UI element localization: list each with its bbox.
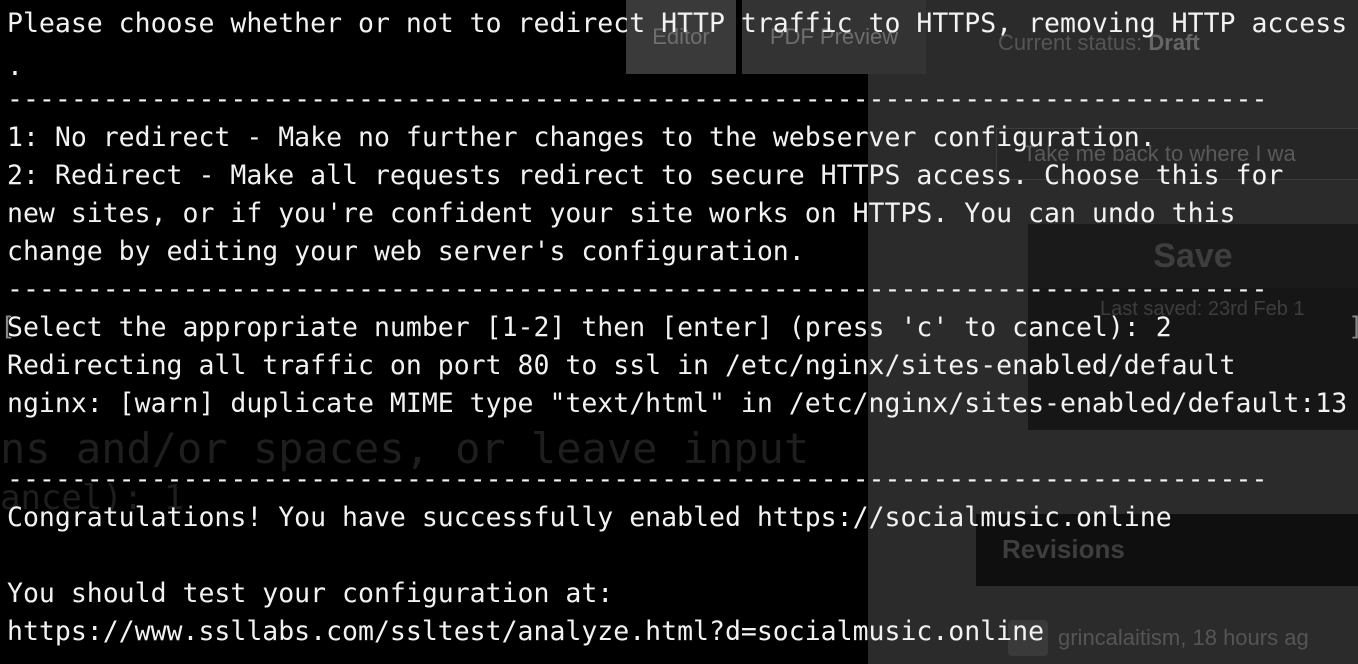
terminal-line: 2: Redirect - Make all requests redirect… bbox=[7, 160, 1284, 191]
terminal-line: change by editing your web server's conf… bbox=[7, 236, 805, 267]
terminal-separator: ----------------------------------------… bbox=[7, 274, 1268, 305]
terminal-prompt-line: Select the appropriate number [1-2] then… bbox=[7, 312, 1172, 343]
terminal-link-line[interactable]: https://www.ssllabs.com/ssltest/analyze.… bbox=[7, 613, 1044, 651]
selection-bracket-right-icon: ] bbox=[1348, 312, 1358, 342]
terminal-line: new sites, or if you're confident your s… bbox=[7, 198, 1236, 229]
terminal-output[interactable]: Please choose whether or not to redirect… bbox=[0, 0, 1358, 664]
terminal-line: Please choose whether or not to redirect… bbox=[7, 8, 1348, 39]
terminal-line: You should test your configuration at: bbox=[7, 578, 614, 609]
terminal-separator: ----------------------------------------… bbox=[7, 84, 1268, 115]
terminal-line: Redirecting all traffic on port 80 to ss… bbox=[7, 350, 1236, 381]
selection-bracket-left-icon: [ bbox=[0, 312, 16, 342]
terminal-separator: ----------------------------------------… bbox=[7, 464, 1268, 495]
terminal-line: 1: No redirect - Make no further changes… bbox=[7, 122, 1156, 153]
terminal-warning-line: nginx: [warn] duplicate MIME type "text/… bbox=[7, 388, 1348, 419]
terminal-success-line: Congratulations! You have successfully e… bbox=[7, 502, 1172, 533]
